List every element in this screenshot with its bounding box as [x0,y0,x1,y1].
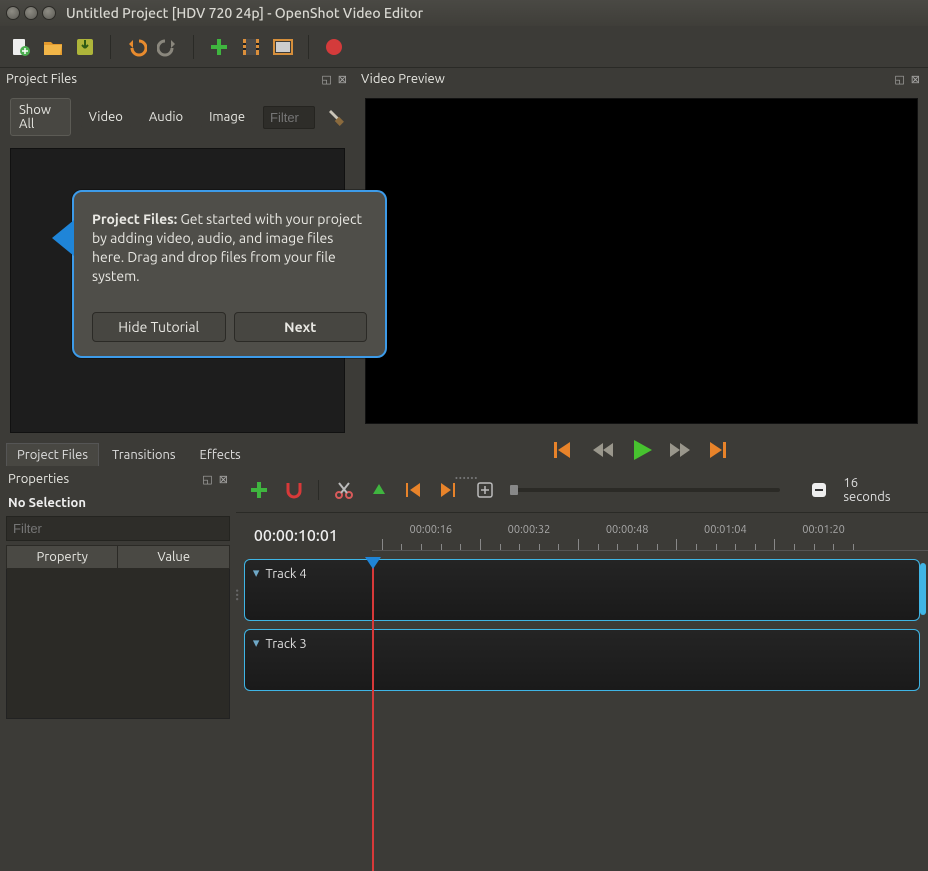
import-files-button[interactable] [208,36,230,58]
tab-transitions[interactable]: Transitions [101,443,187,466]
ruler-label: 00:01:20 [802,524,845,536]
transport-controls [355,430,928,468]
project-files-filter-input[interactable] [263,106,315,129]
panel-float-icon[interactable]: ◱ [894,73,904,86]
main-toolbar [0,26,928,68]
hide-tutorial-button[interactable]: Hide Tutorial [92,312,226,342]
zoom-slider[interactable] [510,488,781,492]
rewind-button[interactable] [592,443,614,457]
filter-video[interactable]: Video [81,106,131,128]
video-preview-title: Video Preview [361,72,445,86]
panel-close-icon[interactable]: ⊠ [338,73,347,86]
properties-no-selection: No Selection [0,490,236,516]
callout-arrow-icon [52,220,74,256]
timeline-track[interactable]: ▾ Track 4 [244,559,920,621]
save-project-button[interactable] [74,36,96,58]
center-playhead-button[interactable] [474,479,495,501]
timeline-body[interactable]: 00:00:10:01 00:00:1600:00:3200:00:4800:0… [236,513,928,691]
properties-col-property: Property [7,546,118,568]
filter-show-all[interactable]: Show All [10,98,71,136]
redo-button[interactable] [157,36,179,58]
jump-end-button[interactable] [710,442,730,458]
choose-profile-button[interactable] [240,36,262,58]
window-minimize-button[interactable] [24,6,38,20]
properties-table-header: Property Value [6,545,230,569]
window-title: Untitled Project [HDV 720 24p] - OpenSho… [66,5,423,21]
fast-forward-button[interactable] [670,443,692,457]
ruler-label: 00:00:48 [606,524,649,536]
tutorial-callout: Project Files: Get started with your pro… [72,190,387,358]
clear-filter-icon[interactable] [325,107,345,127]
panel-close-icon[interactable]: ⊠ [911,73,920,86]
timeline-ruler[interactable]: 00:00:16 00:00:32 00:00:48 00:01:04 00:01:20 [372,525,928,551]
properties-title: Properties [8,472,69,486]
track-name: Track 3 [265,637,306,651]
video-preview-canvas[interactable] [365,98,918,424]
next-tutorial-button[interactable]: Next [234,312,368,342]
next-marker-button[interactable] [439,479,460,501]
timeline-track[interactable]: ▾ Track 3 [244,629,920,691]
filter-image[interactable]: Image [201,106,253,128]
window-close-button[interactable] [6,6,20,20]
export-video-button[interactable] [323,36,345,58]
track-collapse-icon[interactable]: ▾ [253,566,260,581]
track-name: Track 4 [265,567,306,581]
properties-filter-input[interactable] [6,516,230,541]
play-button[interactable] [632,440,652,460]
tab-effects[interactable]: Effects [189,443,252,466]
project-files-title: Project Files [6,72,77,86]
properties-panel: Properties ◱ ⊠ No Selection Property Val… [0,468,236,719]
track-resize-grip[interactable]: ••• [228,589,246,602]
properties-table-body[interactable] [6,569,230,719]
playhead[interactable] [372,559,374,871]
timeline-vertical-scrollbar[interactable] [920,563,926,615]
fullscreen-button[interactable] [272,36,294,58]
add-track-button[interactable] [248,479,269,501]
tab-project-files[interactable]: Project Files [6,443,99,466]
prev-marker-button[interactable] [404,479,425,501]
window-maximize-button[interactable] [42,6,56,20]
window-titlebar: Untitled Project [HDV 720 24p] - OpenSho… [0,0,928,26]
snap-button[interactable] [283,479,304,501]
track-collapse-icon[interactable]: ▾ [253,636,260,651]
current-time-label: 00:00:10:01 [244,519,372,551]
zoom-toggle-icon[interactable] [808,479,829,501]
panel-float-icon[interactable]: ◱ [202,473,212,486]
tutorial-text: Project Files: Get started with your pro… [92,210,367,286]
razor-button[interactable] [333,479,354,501]
ruler-label: 00:00:32 [508,524,551,536]
ruler-label: 00:01:04 [704,524,747,536]
add-marker-button[interactable] [369,479,390,501]
undo-button[interactable] [125,36,147,58]
filter-audio[interactable]: Audio [141,106,191,128]
panel-float-icon[interactable]: ◱ [321,73,331,86]
properties-col-value: Value [118,546,228,568]
open-project-button[interactable] [42,36,64,58]
panel-close-icon[interactable]: ⊠ [219,473,228,486]
jump-start-button[interactable] [554,442,574,458]
video-preview-panel: Video Preview ◱ ⊠ [355,68,928,468]
new-project-button[interactable] [10,36,32,58]
timeline-panel: 16 seconds 00:00:10:01 00:00:1600:00:320… [236,468,928,719]
zoom-label: 16 seconds [843,476,916,504]
ruler-label: 00:00:16 [409,524,452,536]
